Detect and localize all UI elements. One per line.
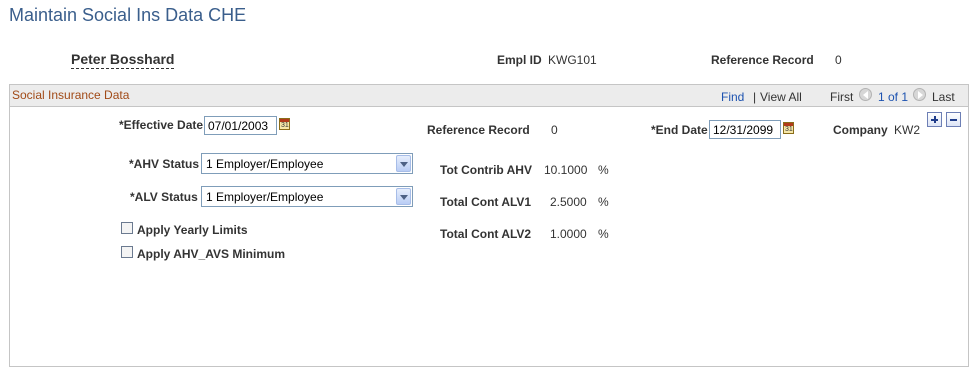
view-all-link[interactable]: View All (760, 90, 802, 104)
percent-sign: % (598, 163, 609, 177)
empl-id-value: KWG101 (548, 53, 597, 67)
last-label: Last (932, 90, 955, 104)
page-info: 1 of 1 (878, 90, 909, 104)
reference-record-value: 0 (835, 53, 842, 67)
apply-yearly-limits-label: Apply Yearly Limits (137, 223, 248, 237)
apply-yearly-limits-checkbox[interactable] (121, 222, 133, 234)
alv-status-select[interactable]: 1 Employer/Employee (201, 186, 413, 207)
end-date-input[interactable]: 12/31/2099 (709, 120, 781, 139)
employee-name: Peter Bosshard (71, 51, 175, 69)
company-value: KW2 (894, 123, 921, 137)
effective-date-calendar-icon[interactable]: 31 (279, 118, 290, 130)
tot-contrib-ahv-value: 10.1000 (544, 163, 588, 177)
alv-status-value: 1 Employer/Employee (206, 190, 324, 204)
alv-status-label: *ALV Status (130, 190, 198, 204)
tot-contrib-ahv-label: Tot Contrib AHV (440, 163, 532, 177)
total-cont-alv1-label: Total Cont ALV1 (440, 195, 532, 209)
page-title: Maintain Social Ins Data CHE (9, 5, 247, 25)
calendar-icon-text: 31 (281, 122, 289, 129)
next-icon[interactable] (913, 88, 926, 101)
effective-date-input[interactable]: 07/01/2003 (204, 116, 277, 135)
panel-title: Social Insurance Data (12, 88, 130, 102)
total-cont-alv2-label: Total Cont ALV2 (440, 227, 532, 241)
chevron-down-icon[interactable] (396, 155, 411, 172)
company-label: Company (833, 123, 888, 137)
apply-ahv-minimum-checkbox[interactable] (121, 246, 133, 258)
delete-row-button[interactable] (946, 112, 961, 127)
first-label: First (830, 90, 854, 104)
find-link[interactable]: Find (721, 90, 744, 104)
total-cont-alv2-value: 1.0000 (550, 227, 587, 241)
total-cont-alv1-value: 2.5000 (550, 195, 587, 209)
header-separator: | (753, 90, 757, 104)
end-date-label: *End Date (651, 123, 708, 137)
ahv-status-select[interactable]: 1 Employer/Employee (201, 153, 413, 174)
ahv-status-label: *AHV Status (129, 157, 200, 171)
percent-sign: % (598, 195, 609, 209)
empl-id-label: Empl ID (497, 53, 542, 67)
apply-ahv-minimum-label: Apply AHV_AVS Minimum (137, 247, 286, 261)
chevron-down-icon[interactable] (396, 188, 411, 205)
effective-date-label: *Effective Date (119, 118, 204, 132)
percent-sign: % (598, 227, 609, 241)
form-reference-record-value: 0 (551, 123, 558, 137)
previous-icon[interactable] (859, 88, 872, 101)
calendar-icon-text: 31 (785, 126, 793, 133)
ahv-status-value: 1 Employer/Employee (206, 157, 324, 171)
panel-header: Social Insurance Data Find | View All Fi… (10, 85, 968, 107)
add-row-button[interactable] (927, 112, 942, 127)
reference-record-label: Reference Record (711, 53, 814, 67)
end-date-calendar-icon[interactable]: 31 (783, 122, 794, 134)
form-reference-record-label: Reference Record (427, 123, 530, 137)
